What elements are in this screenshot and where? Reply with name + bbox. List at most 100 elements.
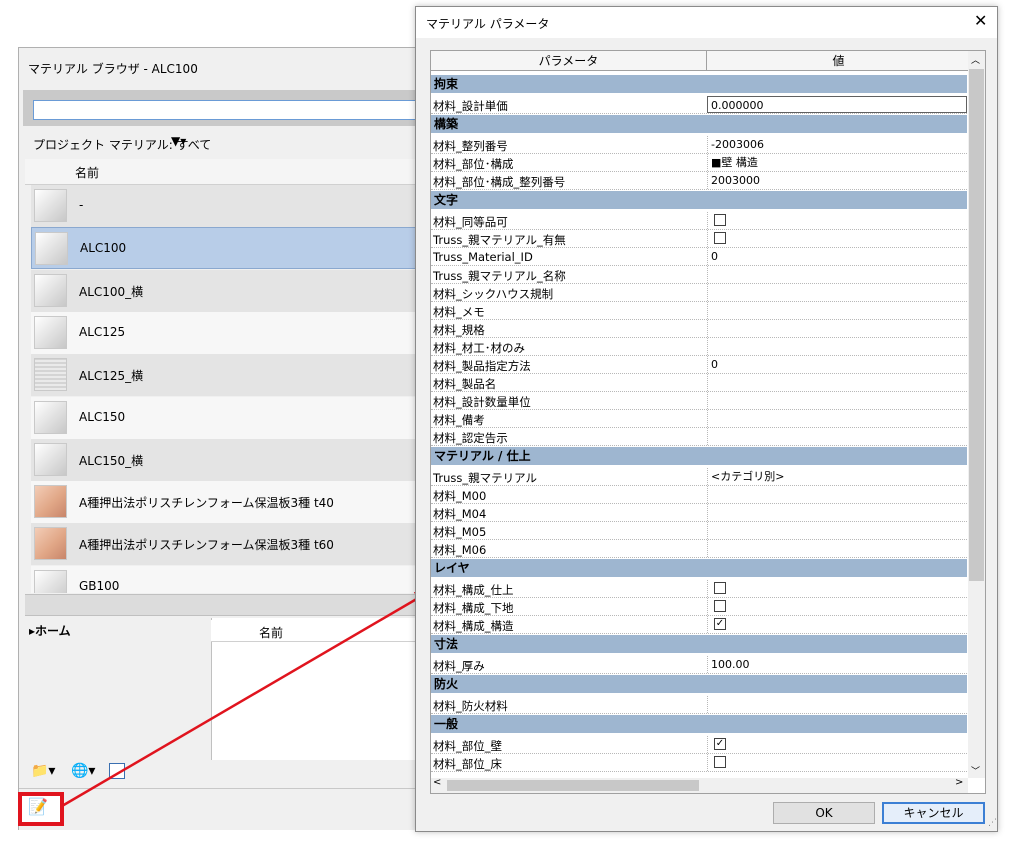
parameter-name: 材料_シックハウス規制: [433, 287, 554, 301]
parameter-name: Truss_Material_ID: [433, 250, 533, 264]
parameter-value[interactable]: 0: [707, 356, 967, 373]
parameter-name: 材料_材工･材のみ: [433, 341, 525, 355]
parameter-value[interactable]: [707, 284, 967, 301]
parameter-value[interactable]: [707, 598, 967, 615]
parameter-name: 材料_製品名: [433, 377, 497, 391]
parameter-value[interactable]: [707, 338, 967, 355]
parameter-name: Truss_親マテリアル_有無: [433, 233, 566, 247]
parameter-row[interactable]: Truss_親マテリアル_名称: [431, 266, 967, 284]
parameter-row[interactable]: Truss_親マテリアル_有無: [431, 230, 967, 248]
parameter-value[interactable]: [707, 540, 967, 557]
parameter-value[interactable]: [707, 230, 967, 247]
parameter-value[interactable]: [707, 428, 967, 445]
parameter-row[interactable]: 材料_M05: [431, 522, 967, 540]
parameter-row[interactable]: 材料_認定告示: [431, 428, 967, 446]
vertical-scroll-thumb[interactable]: [969, 69, 984, 581]
group-header[interactable]: 構築: [431, 115, 967, 133]
column-header-parameter[interactable]: パラメータ: [431, 51, 707, 71]
checkbox-checked[interactable]: ✓: [714, 738, 726, 750]
parameter-row[interactable]: 材料_構成_構造 ✓: [431, 616, 967, 634]
parameter-row[interactable]: 材料_シックハウス規制: [431, 284, 967, 302]
parameter-value[interactable]: [707, 302, 967, 319]
parameter-value[interactable]: -2003006: [707, 136, 967, 153]
parameter-value[interactable]: 0.000000: [707, 96, 967, 113]
parameter-value[interactable]: [707, 410, 967, 427]
parameter-row[interactable]: 材料_M04: [431, 504, 967, 522]
ok-button[interactable]: OK: [773, 802, 875, 824]
group-header[interactable]: レイヤ: [431, 559, 967, 577]
parameter-row[interactable]: 材料_備考: [431, 410, 967, 428]
parameter-row[interactable]: 材料_同等品可: [431, 212, 967, 230]
parameter-value[interactable]: [707, 754, 967, 771]
group-header[interactable]: 寸法: [431, 635, 967, 653]
parameter-row[interactable]: 材料_M00: [431, 486, 967, 504]
parameter-value[interactable]: 2003000: [707, 172, 967, 189]
parameter-value[interactable]: [707, 374, 967, 391]
parameter-name: 材料_製品指定方法: [433, 359, 531, 373]
parameter-name: 材料_整列番号: [433, 139, 508, 153]
parameter-value[interactable]: [707, 696, 967, 713]
parameter-name: 材料_メモ: [433, 305, 485, 319]
parameter-row[interactable]: 材料_厚み 100.00: [431, 656, 967, 674]
parameter-row[interactable]: 材料_防火材料: [431, 696, 967, 714]
parameter-value[interactable]: [707, 486, 967, 503]
parameter-row[interactable]: 材料_構成_下地: [431, 598, 967, 616]
checkbox-checked[interactable]: ✓: [714, 618, 726, 630]
parameter-row[interactable]: 材料_部位_床: [431, 754, 967, 772]
parameter-row[interactable]: 材料_設計単価 0.000000: [431, 96, 967, 114]
parameter-name: 材料_設計数量単位: [433, 395, 531, 409]
parameter-row[interactable]: 材料_製品指定方法 0: [431, 356, 967, 374]
parameter-row[interactable]: 材料_部位･構成 ■壁 構造: [431, 154, 967, 172]
parameter-value[interactable]: [707, 580, 967, 597]
resize-grip-icon[interactable]: ⋰: [988, 818, 997, 828]
parameter-name: 材料_部位･構成_整列番号: [433, 175, 566, 189]
parameter-row[interactable]: Truss_親マテリアル <カテゴリ別>: [431, 468, 967, 486]
parameter-value[interactable]: [707, 320, 967, 337]
group-header[interactable]: 文字: [431, 191, 967, 209]
parameter-value[interactable]: 0: [707, 248, 967, 265]
parameter-row[interactable]: 材料_設計数量単位: [431, 392, 967, 410]
horizontal-scroll-thumb[interactable]: [447, 780, 699, 791]
cancel-button[interactable]: キャンセル: [882, 802, 985, 824]
group-header[interactable]: 防火: [431, 675, 967, 693]
parameter-row[interactable]: 材料_部位･構成_整列番号 2003000: [431, 172, 967, 190]
checkbox-unchecked[interactable]: [714, 600, 726, 612]
checkbox-unchecked[interactable]: [714, 232, 726, 244]
parameter-row[interactable]: 材料_規格: [431, 320, 967, 338]
parameter-value[interactable]: 100.00: [707, 656, 967, 673]
parameter-row[interactable]: 材料_材工･材のみ: [431, 338, 967, 356]
checkbox-unchecked[interactable]: [714, 214, 726, 226]
parameter-value[interactable]: ✓: [707, 736, 967, 753]
parameter-name: 材料_M00: [433, 489, 487, 503]
parameter-value[interactable]: [707, 522, 967, 539]
parameter-value[interactable]: ■壁 構造: [707, 154, 967, 171]
scroll-left-icon[interactable]: <: [433, 777, 441, 788]
scroll-right-icon[interactable]: >: [955, 777, 963, 788]
parameter-value[interactable]: [707, 212, 967, 229]
parameter-name: 材料_部位_壁: [433, 739, 502, 753]
checkbox-unchecked[interactable]: [714, 756, 726, 768]
parameter-value[interactable]: [707, 266, 967, 283]
parameter-value[interactable]: [707, 392, 967, 409]
group-header[interactable]: 拘束: [431, 75, 967, 93]
group-header[interactable]: マテリアル / 仕上: [431, 447, 967, 465]
parameter-name: 材料_構成_構造: [433, 619, 514, 633]
parameter-name: 材料_部位･構成: [433, 157, 514, 171]
parameter-row[interactable]: 材料_M06: [431, 540, 967, 558]
parameter-name: 材料_防火材料: [433, 699, 508, 713]
close-icon[interactable]: ✕: [974, 11, 987, 30]
column-header-value[interactable]: 値: [707, 51, 970, 71]
parameter-row[interactable]: 材料_メモ: [431, 302, 967, 320]
parameter-row[interactable]: Truss_Material_ID 0: [431, 248, 967, 266]
parameter-row[interactable]: 材料_製品名: [431, 374, 967, 392]
parameter-value[interactable]: ✓: [707, 616, 967, 633]
parameter-row[interactable]: 材料_部位_壁 ✓: [431, 736, 967, 754]
parameter-row[interactable]: 材料_構成_仕上: [431, 580, 967, 598]
parameter-value[interactable]: <カテゴリ別>: [707, 468, 967, 485]
parameter-value[interactable]: [707, 504, 967, 521]
group-header[interactable]: 一般: [431, 715, 967, 733]
scroll-down-icon[interactable]: ﹀: [971, 764, 980, 777]
checkbox-unchecked[interactable]: [714, 582, 726, 594]
scroll-up-icon[interactable]: ︿: [971, 53, 980, 66]
parameter-row[interactable]: 材料_整列番号 -2003006: [431, 136, 967, 154]
